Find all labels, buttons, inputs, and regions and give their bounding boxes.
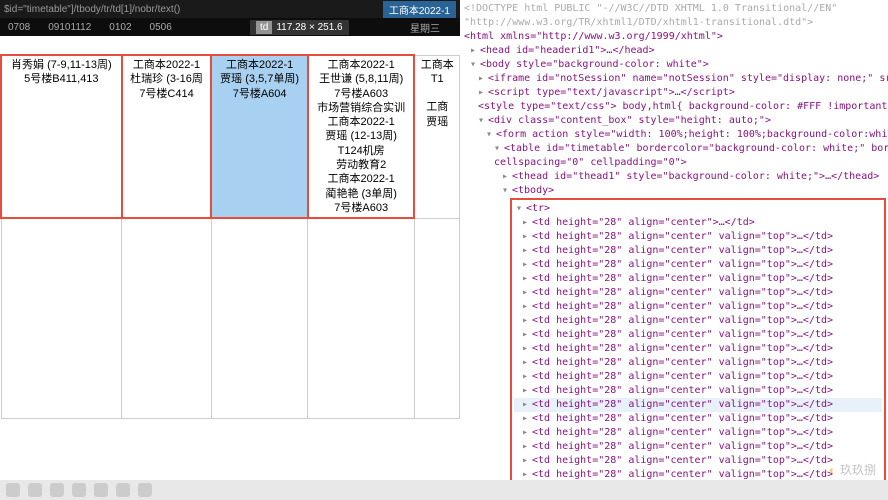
src-line[interactable]: ▸<td height="28" align="center" valign="… <box>514 244 882 258</box>
src-line[interactable]: ▸<td height="28" align="center" valign="… <box>514 454 882 468</box>
src-line[interactable]: ▸<td height="28" align="center" valign="… <box>514 440 882 454</box>
taskbar[interactable] <box>0 480 888 500</box>
taskbar-icon[interactable] <box>94 483 108 497</box>
src-line[interactable]: ▸<td height="28" align="center" valign="… <box>514 272 882 286</box>
src-line[interactable]: ▸<td height="28" align="center" valign="… <box>514 412 882 426</box>
inspector-tooltip: 117.28 × 251.6 <box>250 20 349 35</box>
src-line[interactable]: ▾<table id="timetable" bordercolor="back… <box>462 142 886 156</box>
table-cell[interactable]: 肖秀娟 (7-9,11-13周)5号楼B411,413 <box>1 55 122 218</box>
src-line[interactable]: ▾<body style="background-color: white"> <box>462 58 886 72</box>
src-line[interactable]: ▸<td height="28" align="center" valign="… <box>514 370 882 384</box>
src-line[interactable]: ▸<td height="28" align="center" valign="… <box>514 286 882 300</box>
src-line[interactable]: ▸<td height="28" align="center" valign="… <box>514 426 882 440</box>
src-line[interactable]: ▸<td height="28" align="center" valign="… <box>514 356 882 370</box>
src-line[interactable]: ▾<tr> <box>514 202 882 216</box>
src-line[interactable]: ▸<td height="28" align="center" valign="… <box>514 258 882 272</box>
taskbar-icon[interactable] <box>116 483 130 497</box>
table-cell[interactable]: 工商本T1 工商贾瑶 <box>414 55 459 218</box>
src-line[interactable]: ▾<form action style="width: 100%;height:… <box>462 128 886 142</box>
src-line[interactable]: ▾<div class="content_box" style="height:… <box>462 114 886 128</box>
taskbar-icon[interactable] <box>28 483 42 497</box>
taskbar-icon[interactable] <box>50 483 64 497</box>
src-line[interactable]: ▸<td height="28" align="center" valign="… <box>514 314 882 328</box>
header-overlay: 0708 09101112 0102 0506 星期三 <box>0 18 460 36</box>
timetable: 肖秀娟 (7-9,11-13周)5号楼B411,413 工商本2022-1杜瑞珍… <box>0 54 460 419</box>
highlighted-tr-block: ▾<tr> ▸<td height="28" align="center">…<… <box>510 198 886 480</box>
src-line[interactable]: ▸<td height="28" align="center" valign="… <box>514 468 882 480</box>
taskbar-icon[interactable] <box>6 483 20 497</box>
source-panel[interactable]: <!DOCTYPE html PUBLIC "-//W3C//DTD XHTML… <box>460 0 888 480</box>
top-bar: $id="timetable"]/tbody/tr/td[1]/nobr/tex… <box>0 0 460 18</box>
src-line[interactable]: ▾<tbody> <box>462 184 886 198</box>
table-cell[interactable]: 工商本2022-1王世谦 (5,8,11周)7号楼A603 市场营销综合实训工商… <box>308 55 415 218</box>
watermark: 玖玖捌 <box>829 461 876 478</box>
table-cell-selected[interactable]: 工商本2022-1贾瑶 (3,5,7单周)7号楼A604 <box>211 55 307 218</box>
xpath: $id="timetable"]/tbody/tr/td[1]/nobr/tex… <box>4 4 383 15</box>
src-line[interactable]: <html xmlns="http://www.w3.org/1999/xhtm… <box>462 30 886 44</box>
src-line[interactable]: cellspacing="0" cellpadding="0"> <box>462 156 886 170</box>
table-cell[interactable]: 工商本2022-1杜瑞珍 (3-16周7号楼C414 <box>122 55 212 218</box>
elements-panel: $id="timetable"]/tbody/tr/td[1]/nobr/tex… <box>0 0 460 480</box>
src-line[interactable]: ▸<thead id="thead1" style="background-co… <box>462 170 886 184</box>
src-line[interactable]: ▸<td height="28" align="center" valign="… <box>514 384 882 398</box>
taskbar-icon[interactable] <box>72 483 86 497</box>
src-line[interactable]: ▸<td height="28" align="center" valign="… <box>514 398 882 412</box>
highlighted-text: 工商本2022-1 <box>383 1 456 18</box>
src-line[interactable]: ▸<head id="headerid1">…</head> <box>462 44 886 58</box>
src-line[interactable]: ▸<td height="28" align="center" valign="… <box>514 342 882 356</box>
src-line[interactable]: ▸<td height="28" align="center" valign="… <box>514 230 882 244</box>
src-line[interactable]: ▸<td height="28" align="center" valign="… <box>514 328 882 342</box>
src-line[interactable]: <style type="text/css"> body,html{ backg… <box>462 100 886 114</box>
src-line[interactable]: ▸<iframe id="notSession" name="notSessio… <box>462 72 886 86</box>
src-line[interactable]: ▸<script type="text/javascript">…</scrip… <box>462 86 886 100</box>
src-line[interactable]: ▸<td height="28" align="center" valign="… <box>514 300 882 314</box>
taskbar-icon[interactable] <box>138 483 152 497</box>
src-line[interactable]: ▸<td height="28" align="center">…</td> <box>514 216 882 230</box>
